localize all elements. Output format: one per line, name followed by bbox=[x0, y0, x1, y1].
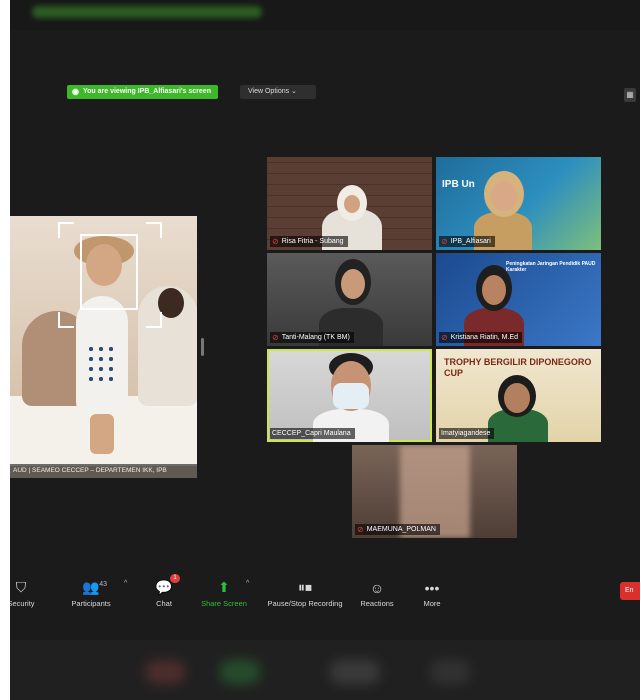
frame-corner-tl bbox=[58, 222, 74, 238]
top-strip bbox=[10, 0, 640, 30]
mic-muted-icon: ⊘ bbox=[272, 333, 279, 342]
blurred-taskbar bbox=[10, 640, 640, 700]
people-icon: 👥 43 bbox=[82, 579, 108, 595]
participant-tile[interactable]: ⊘ Risa Fitria - Subang bbox=[267, 157, 432, 250]
participants-caret-icon[interactable]: ^ bbox=[124, 580, 127, 587]
frame-corner-bl bbox=[58, 312, 74, 328]
mic-muted-icon: ⊘ bbox=[441, 237, 448, 246]
participant-tile[interactable]: Peningkatan Jaringan Pendidik PAUD Karak… bbox=[436, 253, 601, 346]
slide-title: IPB Un bbox=[442, 179, 475, 190]
participant-name: ⊘ MAEMUNA_POLMAN bbox=[355, 524, 440, 535]
more-button[interactable]: ••• More bbox=[418, 566, 446, 614]
blur-blob bbox=[145, 660, 185, 684]
blurred-banner bbox=[32, 6, 262, 18]
participant-face bbox=[341, 269, 365, 299]
frame-corner-tr bbox=[146, 222, 162, 238]
grid-view-icon[interactable]: ▦ bbox=[624, 88, 636, 102]
meeting-toolbar: ⛉ Security 👥 43 Participants ^ 💬 1 Chat ⬆ … bbox=[10, 566, 640, 614]
frame-corner-br bbox=[146, 312, 162, 328]
reactions-button[interactable]: ☺ Reactions bbox=[358, 566, 396, 614]
blur-blob bbox=[330, 660, 380, 684]
participants-count: 43 bbox=[99, 581, 108, 588]
participant-face bbox=[482, 275, 506, 305]
zoom-window: ◉ You are viewing IPB_Alfiasari's screen… bbox=[10, 0, 640, 700]
share-screen-icon: ⬆ bbox=[218, 579, 230, 595]
mic-muted-icon: ⊘ bbox=[357, 525, 364, 534]
security-button[interactable]: ⛉ Security bbox=[10, 566, 36, 614]
ellipsis-icon: ••• bbox=[424, 580, 440, 596]
participant-name: Imatyiagandese bbox=[439, 428, 495, 439]
end-meeting-button[interactable]: En bbox=[620, 582, 640, 600]
viewing-text: You are viewing IPB_Alfiasari's screen bbox=[82, 88, 211, 95]
participant-tile[interactable]: ⊘ MAEMUNA_POLMAN bbox=[352, 445, 517, 538]
share-screen-button[interactable]: ⬆ Share Screen bbox=[200, 566, 248, 614]
participant-tile-active-speaker[interactable]: CECCEP_Capri Maulana bbox=[267, 349, 432, 442]
shared-screen-caption: AUD | SEAMEO CECCEP – DEPARTEMEN IKK, IP… bbox=[10, 464, 197, 478]
blur-blob bbox=[220, 660, 260, 684]
photo-child-legs bbox=[90, 414, 114, 454]
blur-blob bbox=[430, 660, 470, 684]
view-options-button[interactable]: View Options ⌄ bbox=[240, 85, 316, 99]
share-caret-icon[interactable]: ^ bbox=[246, 580, 249, 587]
participant-face bbox=[344, 195, 360, 213]
recording-button[interactable]: ⏸⏹ Pause/Stop Recording bbox=[264, 566, 346, 614]
participant-face bbox=[491, 181, 517, 211]
viewing-screen-banner: ◉ You are viewing IPB_Alfiasari's screen bbox=[67, 85, 218, 99]
participant-name: ⊘ Risa Fitria - Subang bbox=[270, 236, 348, 247]
participant-tile[interactable]: IPB Un ⊘ IPB_Alfiasari bbox=[436, 157, 601, 250]
mic-muted-icon: ⊘ bbox=[441, 333, 448, 342]
smiley-icon: ☺ bbox=[369, 580, 385, 596]
screen-share-icon: ◉ bbox=[72, 87, 79, 96]
face-detect-box bbox=[80, 234, 138, 310]
shared-screen: AUD | SEAMEO CECCEP – DEPARTEMEN IKK, IP… bbox=[10, 216, 197, 478]
participant-name: ⊘ Kristiana Riatin, M.Ed bbox=[439, 332, 523, 343]
participant-face bbox=[504, 383, 530, 413]
slide-title: Peningkatan Jaringan Pendidik PAUD Karak… bbox=[506, 261, 596, 273]
participant-name: ⊘ IPB_Alfiasari bbox=[439, 236, 495, 247]
chat-bubble-icon: 💬 1 bbox=[155, 574, 180, 596]
participant-name: ⊘ Tanti-Malang (TK BM) bbox=[270, 332, 354, 343]
photo-dress-pattern bbox=[86, 344, 118, 384]
face-mask bbox=[333, 383, 369, 409]
participants-button[interactable]: 👥 43 Participants bbox=[70, 566, 112, 614]
participant-tile[interactable]: ⊘ Tanti-Malang (TK BM) bbox=[267, 253, 432, 346]
mic-muted-icon: ⊘ bbox=[272, 237, 279, 246]
participant-tile[interactable]: TROPHY BERGILIR DIPONEGORO CUP Imatyiaga… bbox=[436, 349, 601, 442]
chat-button[interactable]: 💬 1 Chat bbox=[152, 566, 180, 614]
participant-name: CECCEP_Capri Maulana bbox=[270, 428, 355, 439]
chat-badge: 1 bbox=[170, 574, 180, 583]
shield-icon: ⛉ bbox=[15, 579, 27, 595]
split-divider-handle[interactable] bbox=[201, 338, 204, 356]
pause-stop-icon: ⏸⏹ bbox=[298, 579, 312, 595]
